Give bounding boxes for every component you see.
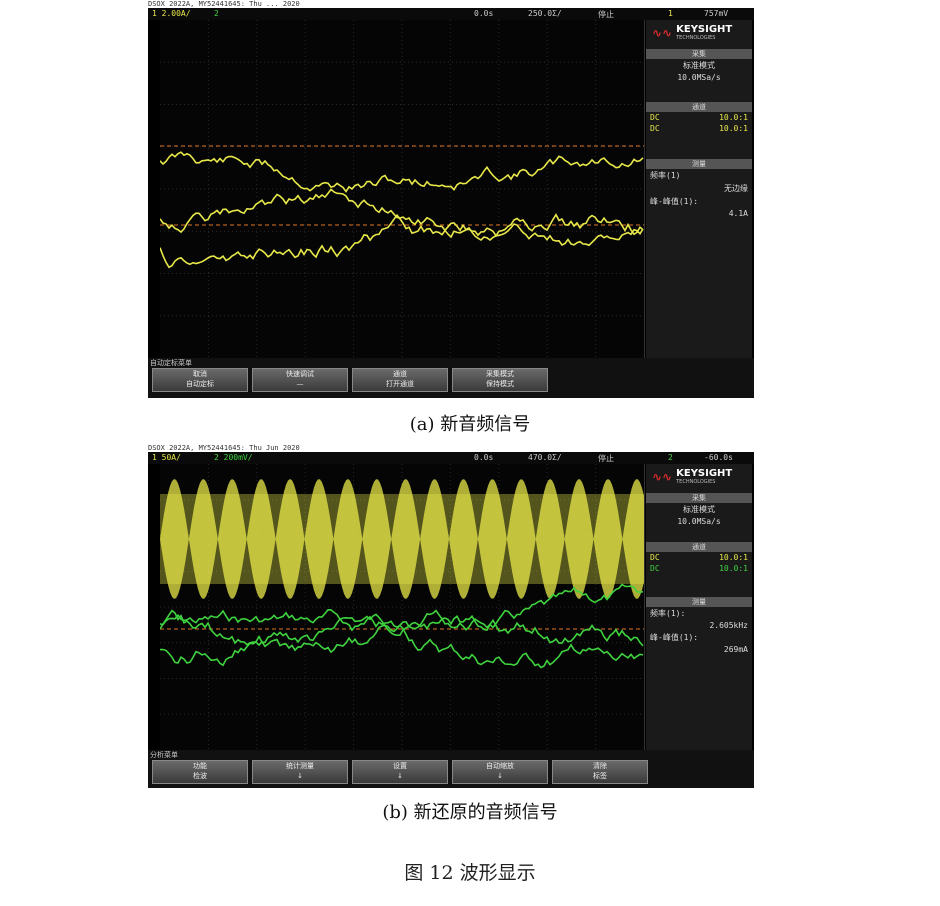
scope-top-bar: 1 50A/ 2 200mV/ 0.0s 470.0Σ/ 停止 2 -60.0s [148,452,754,464]
ch2-scale: 2 200mV/ [214,453,253,462]
channel-row: DC 10.0:1 [646,123,752,134]
softkey-function[interactable]: 功能 检波 [152,760,248,784]
softkey-bar: 分析菜单 功能 检波 统计测量 ↓ 设置 ↓ 自动缩放 ↓ 清除 标签 [148,750,754,788]
waveform-plot [160,464,644,750]
logo-brand: KEYSIGHT [676,24,733,35]
ch1-scale: 1 50A/ [152,453,181,462]
keysight-logo: ∿∿ KEYSIGHT TECHNOLOGIES [646,464,752,490]
waveform-grid [160,20,645,358]
ch2-label: 2 [214,9,219,18]
ch1-coupling: DC [650,553,660,562]
ch2-probe: 10.0:1 [719,124,748,133]
status-line-b: DSOX 2022A, MY52441645: Thu Jun 2020 [148,444,300,452]
caption-a: (a) 新音频信号 [409,414,531,435]
logo-sub: TECHNOLOGIES [676,479,716,485]
oscilloscope-screenshot-a: 1 2.00A/ 2 0.0s 250.0Σ/ 停止 1 757mV ∿∿ KE… [148,8,754,398]
wave-logo-icon: ∿∿ [652,470,673,484]
ch2-coupling: DC [650,564,660,573]
section-measure: 测量 [646,597,752,607]
trigger-level: -60.0s [704,453,733,462]
meas1-label: 频率(1) [650,171,681,180]
timebase-readout: 470.0Σ/ [528,453,562,462]
softkey-menu-title: 自动定标菜单 [150,359,192,367]
softkey-menu-title: 分析菜单 [150,751,178,759]
ch1-coupling: DC [650,113,660,122]
channel-row: DC 10.0:1 [646,563,752,574]
ch1-probe: 10.0:1 [719,113,748,122]
section-acquire: 采集 [646,49,752,59]
channel-row: DC 10.0:1 [646,112,752,123]
ch2-probe: 10.0:1 [719,564,748,573]
caption-b: (b) 新还原的音频信号 [382,802,558,823]
softkey-quick-debug[interactable]: 快速调试 — [252,368,348,392]
softkey-autoscale[interactable]: 自动缩放 ↓ [452,760,548,784]
waveform-plot [160,20,644,358]
softkey-bar: 自动定标菜单 取消 自动定标 快速调试 — 通道 打开通道 采集模式 保持模式 [148,358,754,398]
timebase-readout: 250.0Σ/ [528,9,562,18]
trigger-channel: 1 [668,9,673,18]
keysight-logo: ∿∿ KEYSIGHT TECHNOLOGIES [646,20,752,46]
meas1-label: 频率(1): [650,609,686,618]
meas1-value: 无边缘 [724,184,748,193]
waveform-grid [160,464,645,750]
softkey-cancel-autoscale[interactable]: 取消 自动定标 [152,368,248,392]
meas2-label: 峰-峰值(1): [650,197,699,206]
delay-readout: 0.0s [474,453,494,462]
softkey-settings[interactable]: 设置 ↓ [352,760,448,784]
ch2-coupling: DC [650,124,660,133]
softkey-acq-mode[interactable]: 采集模式 保持模式 [452,368,548,392]
ch1-trace [160,151,644,193]
meas2-label: 峰-峰值(1): [650,633,699,642]
softkey-clear[interactable]: 清除 标签 [552,760,648,784]
acq-rate: 10.0MSa/s [677,517,721,526]
ch1-audio-band-core [160,494,644,584]
acq-rate: 10.0MSa/s [677,73,721,82]
section-channel: 通道 [646,542,752,552]
oscilloscope-screenshot-b: 1 50A/ 2 200mV/ 0.0s 470.0Σ/ 停止 2 -60.0s… [148,452,754,788]
acq-mode: 标准模式 [683,505,715,514]
meas1-value: 2.605kHz [709,621,748,630]
scope-top-bar: 1 2.00A/ 2 0.0s 250.0Σ/ 停止 1 757mV [148,8,754,20]
trigger-level: 757mV [704,9,729,18]
status-line-a: DSOX 2022A, MY52441645: Thu ... 2020 [148,0,300,8]
scope-side-panel: ∿∿ KEYSIGHT TECHNOLOGIES 采集 标准模式 10.0MSa… [646,464,752,750]
softkey-statistics[interactable]: 统计测量 ↓ [252,760,348,784]
section-acquire: 采集 [646,493,752,503]
ch1-scale: 1 2.00A/ [152,9,191,18]
run-stop-status: 停止 [598,10,614,19]
meas2-value: 4.1A [728,209,748,218]
meas2-value: 269mA [723,645,748,654]
wave-logo-icon: ∿∿ [652,26,673,40]
softkey-channels[interactable]: 通道 打开通道 [352,368,448,392]
delay-readout: 0.0s [474,9,494,18]
trigger-channel: 2 [668,453,673,462]
section-channel: 通道 [646,102,752,112]
acq-mode: 标准模式 [683,61,715,70]
ch1-probe: 10.0:1 [719,553,748,562]
channel-row: DC 10.0:1 [646,552,752,563]
figure-caption: 图 12 波形显示 [404,862,536,884]
run-stop-status: 停止 [598,454,614,463]
section-measure: 测量 [646,159,752,169]
logo-brand: KEYSIGHT [676,468,733,479]
logo-sub: TECHNOLOGIES [676,35,716,41]
scope-side-panel: ∿∿ KEYSIGHT TECHNOLOGIES 采集 标准模式 10.0MSa… [646,20,752,358]
